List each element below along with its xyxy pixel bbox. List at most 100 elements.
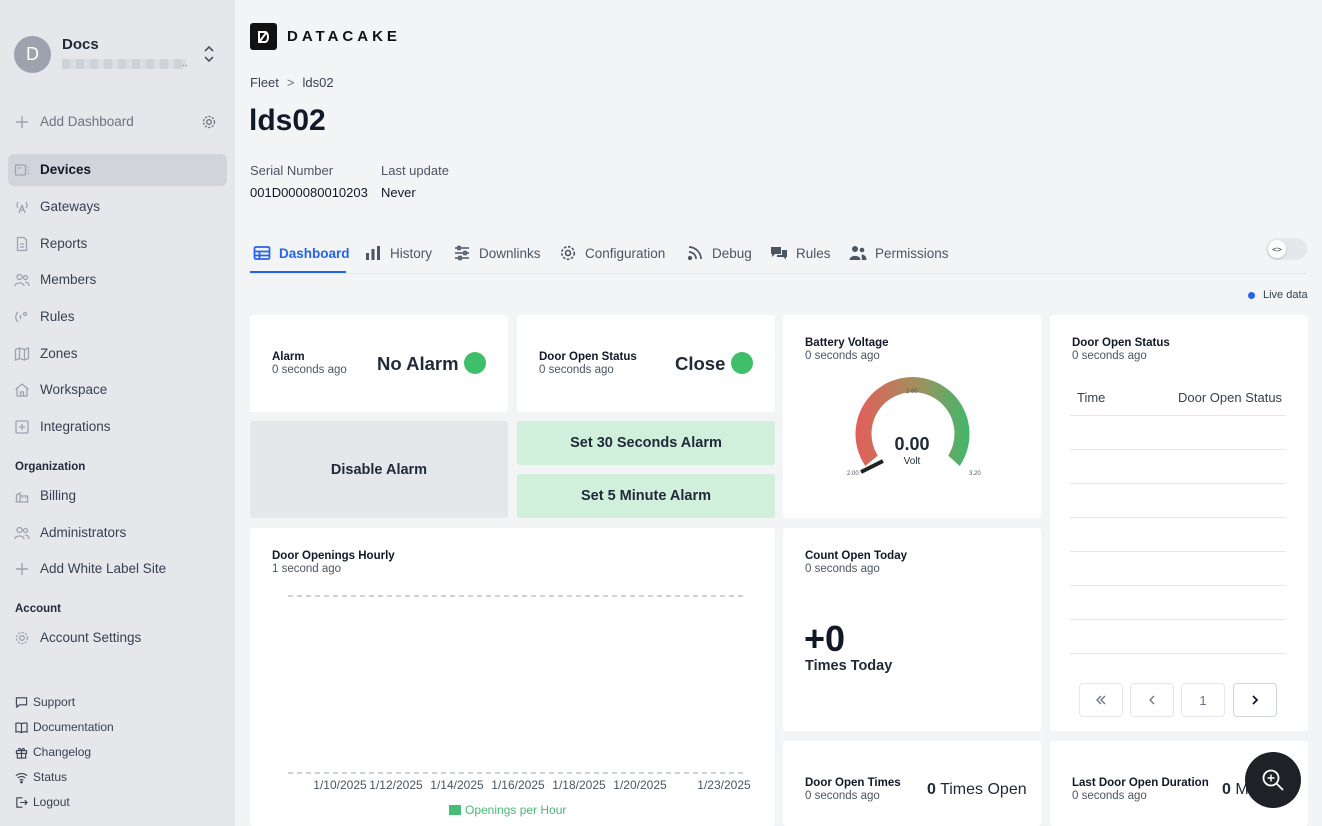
workspace-avatar: D: [14, 36, 51, 73]
alarm-status-value: No Alarm: [377, 353, 459, 374]
duration-value: 0: [1222, 781, 1231, 798]
table-row: [1070, 449, 1286, 450]
workspace-switcher[interactable]: D Docs ..: [14, 34, 224, 74]
set-30-seconds-alarm-button[interactable]: Set 30 Seconds Alarm: [517, 421, 775, 465]
sparkle-search-icon: [1262, 769, 1284, 791]
tab-configuration[interactable]: Configuration: [559, 238, 665, 268]
sidebar-item-reports[interactable]: Reports: [8, 228, 227, 260]
code-icon: <>: [1268, 240, 1286, 258]
tab-debug[interactable]: Debug: [686, 238, 752, 268]
billing-icon: [15, 491, 29, 503]
column-header-time[interactable]: Time: [1077, 390, 1105, 405]
sidebar-item-integrations[interactable]: Integrations: [8, 411, 227, 443]
users-icon: [849, 246, 867, 260]
tab-history[interactable]: History: [364, 238, 432, 268]
tab-label: Downlinks: [479, 245, 541, 261]
logout-icon: [16, 796, 28, 808]
gauge-unit: Volt: [904, 456, 921, 467]
table-icon: [253, 246, 271, 260]
code-view-toggle[interactable]: <>: [1266, 238, 1307, 260]
count-open-today-widget: Count Open Today 0 seconds ago +0 Times …: [783, 528, 1041, 731]
antenna-icon: [16, 201, 28, 214]
tab-label: Dashboard: [279, 245, 350, 261]
wifi-icon: [15, 772, 28, 783]
double-chevron-left-icon: [1096, 695, 1106, 705]
changelog-link[interactable]: Changelog: [15, 743, 215, 761]
tab-label: Rules: [796, 245, 831, 261]
sidebar-item-workspace[interactable]: Workspace: [8, 374, 227, 406]
count-today-label: Times Today: [805, 658, 893, 674]
sidebar-item-label: Members: [40, 272, 97, 287]
breadcrumb-fleet[interactable]: Fleet: [250, 75, 279, 90]
chat-icon: [771, 247, 787, 260]
previous-page-button[interactable]: [1130, 683, 1174, 717]
ai-search-button[interactable]: [1245, 752, 1301, 808]
document-icon: [16, 236, 28, 252]
logout-link[interactable]: Logout: [15, 793, 215, 811]
x-tick-label: 1/16/2025: [491, 778, 545, 792]
x-tick-label: 1/20/2025: [613, 778, 667, 792]
sidebar-item-label: Account Settings: [40, 630, 142, 645]
sidebar-item-account-settings[interactable]: Account Settings: [8, 622, 227, 654]
organization-heading: Organization: [15, 461, 86, 473]
tab-label: Permissions: [875, 245, 949, 261]
plus-icon: [16, 563, 28, 575]
gear-icon[interactable]: [201, 114, 217, 130]
widget-title: Door Open Times: [805, 777, 901, 789]
widget-title: Door Open Status: [1072, 337, 1170, 349]
legend-swatch: [449, 805, 461, 815]
documentation-link[interactable]: Documentation: [15, 718, 215, 736]
sidebar-item-label: Reports: [40, 236, 88, 251]
tab-permissions[interactable]: Permissions: [849, 238, 949, 268]
alarm-widget: Alarm 0 seconds ago No Alarm: [250, 315, 508, 412]
serial-number-label: Serial Number: [250, 163, 334, 178]
column-header-door-status[interactable]: Door Open Status: [1178, 390, 1282, 405]
chevron-up-down-icon[interactable]: [202, 44, 216, 64]
add-dashboard-label: Add Dashboard: [40, 114, 134, 129]
tab-downlinks[interactable]: Downlinks: [453, 238, 541, 268]
first-page-button[interactable]: [1079, 683, 1123, 717]
logout-label: Logout: [33, 795, 70, 809]
tab-label: Configuration: [585, 245, 666, 261]
sidebar-item-administrators[interactable]: Administrators: [8, 517, 227, 549]
sidebar-item-label: Gateways: [40, 199, 101, 214]
legend-label: Openings per Hour: [465, 803, 566, 817]
add-dashboard-button[interactable]: Add Dashboard: [8, 106, 227, 138]
sidebar-item-gateways[interactable]: Gateways: [8, 191, 227, 223]
x-tick-label: 1/10/2025: [313, 778, 367, 792]
tab-label: Debug: [712, 245, 752, 261]
widget-timestamp: 0 seconds ago: [1072, 790, 1147, 802]
set-5-minute-alarm-button[interactable]: Set 5 Minute Alarm: [517, 474, 775, 518]
sidebar-item-devices[interactable]: Devices: [8, 154, 227, 186]
table-row: [1070, 551, 1286, 552]
chat-bubble-icon: [15, 696, 28, 708]
users-icon: [14, 273, 30, 287]
next-page-button[interactable]: [1233, 683, 1277, 717]
sidebar-item-add-white-label-site[interactable]: Add White Label Site: [8, 553, 227, 585]
page-number-button[interactable]: 1: [1181, 683, 1225, 717]
sidebar-item-billing[interactable]: Billing: [8, 480, 227, 512]
support-link[interactable]: Support: [15, 693, 215, 711]
home-icon: [15, 383, 29, 397]
tab-rules[interactable]: Rules: [770, 238, 831, 268]
status-dot: [464, 352, 486, 374]
widget-timestamp: 0 seconds ago: [805, 350, 880, 362]
table-row: [1070, 483, 1286, 484]
disable-alarm-button[interactable]: Disable Alarm: [250, 421, 508, 518]
sidebar-item-rules[interactable]: Rules: [8, 301, 227, 333]
book-icon: [15, 721, 28, 733]
map-icon: [14, 347, 30, 361]
page-title: lds02: [249, 104, 326, 137]
x-tick-label: 1/18/2025: [552, 778, 606, 792]
serial-number-value: 001D000080010203: [250, 185, 368, 200]
datacake-logo[interactable]: DATACAKE: [250, 23, 401, 50]
logo-mark-icon: [250, 23, 277, 50]
sidebar-item-label: Devices: [40, 162, 92, 177]
gear-icon: [15, 631, 29, 645]
sidebar-item-members[interactable]: Members: [8, 264, 227, 296]
table-row: [1070, 619, 1286, 620]
tab-dashboard[interactable]: Dashboard: [253, 238, 350, 268]
table-row: [1070, 517, 1286, 518]
sidebar-item-zones[interactable]: Zones: [8, 338, 227, 370]
status-link[interactable]: Status: [15, 768, 215, 786]
